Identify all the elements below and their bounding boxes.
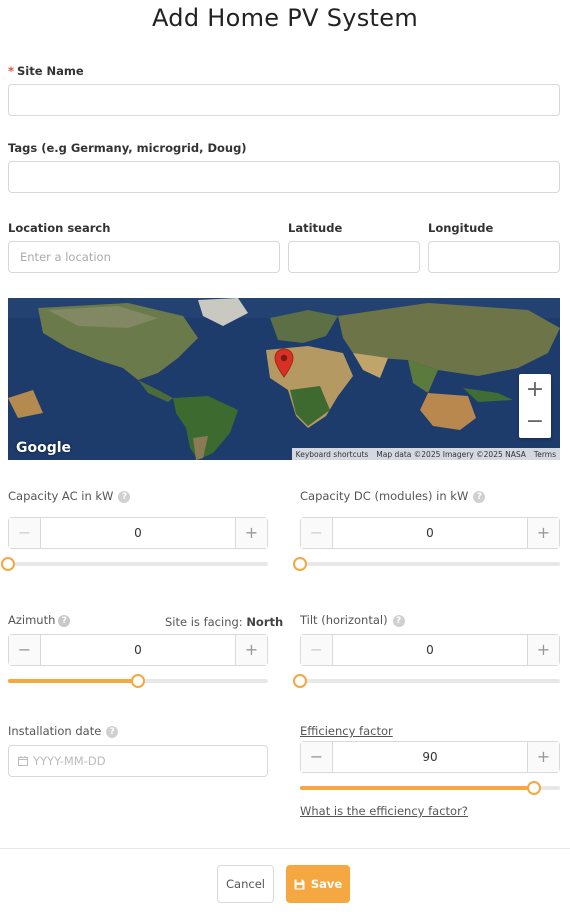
zoom-in-button[interactable]: + xyxy=(519,374,551,406)
map-data-attribution: Map data ©2025 Imagery ©2025 NASA xyxy=(376,449,526,459)
footer-divider xyxy=(0,848,570,849)
efficiency-factor-increment-button[interactable]: + xyxy=(527,742,559,772)
efficiency-factor-label: Efficiency factor xyxy=(300,724,393,738)
tilt-decrement-button[interactable]: − xyxy=(301,635,333,665)
map-attribution-bar: Keyboard shortcuts Map data ©2025 Imager… xyxy=(291,448,560,460)
world-map-imagery xyxy=(8,298,560,460)
help-icon[interactable]: ? xyxy=(473,490,486,503)
tilt-value[interactable]: 0 xyxy=(333,635,527,665)
longitude-input[interactable] xyxy=(428,241,560,273)
efficiency-factor-stepper[interactable]: − 90 + xyxy=(300,741,560,773)
google-logo: Google xyxy=(16,440,72,456)
capacity-ac-stepper[interactable]: − 0 + xyxy=(8,517,268,549)
slider-handle[interactable] xyxy=(293,674,307,688)
page-title: Add Home PV System xyxy=(151,4,418,32)
tilt-label: Tilt (horizontal)? xyxy=(300,613,405,627)
capacity-dc-decrement-button[interactable]: − xyxy=(301,518,333,548)
azimuth-stepper[interactable]: − 0 + xyxy=(8,634,268,666)
installation-date-input[interactable]: YYYY-MM-DD xyxy=(8,745,268,777)
capacity-ac-label: Capacity AC in kW? xyxy=(8,489,131,503)
latitude-label: Latitude xyxy=(288,221,343,235)
location-search-label: Location search xyxy=(8,221,111,235)
floppy-disk-icon xyxy=(294,879,305,889)
help-icon[interactable]: ? xyxy=(106,725,119,738)
map-terms-link[interactable]: Terms xyxy=(530,450,560,459)
slider-fill xyxy=(300,786,534,790)
help-icon[interactable]: ? xyxy=(118,490,131,503)
efficiency-factor-help-link[interactable]: What is the efficiency factor? xyxy=(300,804,468,818)
efficiency-factor-slider[interactable] xyxy=(300,781,560,795)
capacity-ac-increment-button[interactable]: + xyxy=(235,518,267,548)
azimuth-label: Azimuth? xyxy=(8,613,71,627)
keyboard-shortcuts-link[interactable]: Keyboard shortcuts xyxy=(292,450,373,459)
tags-input[interactable] xyxy=(8,161,560,193)
efficiency-factor-value[interactable]: 90 xyxy=(333,742,527,772)
slider-handle[interactable] xyxy=(1,557,15,571)
location-search-input[interactable]: Enter a location xyxy=(8,241,280,273)
capacity-dc-value[interactable]: 0 xyxy=(333,518,527,548)
slider-handle[interactable] xyxy=(293,557,307,571)
azimuth-slider[interactable] xyxy=(8,674,268,688)
capacity-dc-label: Capacity DC (modules) in kW? xyxy=(300,489,486,503)
map-pin-icon[interactable] xyxy=(274,348,294,378)
azimuth-value[interactable]: 0 xyxy=(41,635,235,665)
installation-date-placeholder: YYYY-MM-DD xyxy=(33,754,106,768)
location-map[interactable]: Google + − Keyboard shortcuts Map data ©… xyxy=(8,298,560,460)
capacity-dc-slider[interactable] xyxy=(293,557,560,571)
site-name-label: * Site Name xyxy=(8,64,84,78)
site-facing-value: North xyxy=(246,615,284,629)
calendar-icon xyxy=(18,756,28,766)
tags-label: Tags (e.g Germany, microgrid, Doug) xyxy=(8,141,247,155)
capacity-dc-stepper[interactable]: − 0 + xyxy=(300,517,560,549)
save-button-label: Save xyxy=(310,877,343,891)
tilt-increment-button[interactable]: + xyxy=(527,635,559,665)
capacity-dc-increment-button[interactable]: + xyxy=(527,518,559,548)
slider-handle[interactable] xyxy=(131,674,145,688)
slider-handle[interactable] xyxy=(527,781,541,795)
map-zoom-controls: + − xyxy=(519,374,551,438)
slider-fill xyxy=(8,679,138,683)
tilt-stepper[interactable]: − 0 + xyxy=(300,634,560,666)
azimuth-increment-button[interactable]: + xyxy=(235,635,267,665)
efficiency-factor-decrement-button[interactable]: − xyxy=(301,742,333,772)
installation-date-label: Installation date? xyxy=(8,724,119,738)
save-button[interactable]: Save xyxy=(286,865,350,903)
help-icon[interactable]: ? xyxy=(392,614,405,627)
capacity-ac-value[interactable]: 0 xyxy=(41,518,235,548)
site-name-input[interactable] xyxy=(8,84,560,116)
latitude-input[interactable] xyxy=(288,241,420,273)
capacity-ac-decrement-button[interactable]: − xyxy=(9,518,41,548)
capacity-ac-slider[interactable] xyxy=(1,557,268,571)
azimuth-decrement-button[interactable]: − xyxy=(9,635,41,665)
site-facing-indicator: Site is facing: North xyxy=(165,615,284,629)
tilt-slider[interactable] xyxy=(293,674,560,688)
cancel-button[interactable]: Cancel xyxy=(217,865,274,903)
zoom-out-button[interactable]: − xyxy=(519,406,551,438)
longitude-label: Longitude xyxy=(428,221,494,235)
help-icon[interactable]: ? xyxy=(58,614,71,627)
